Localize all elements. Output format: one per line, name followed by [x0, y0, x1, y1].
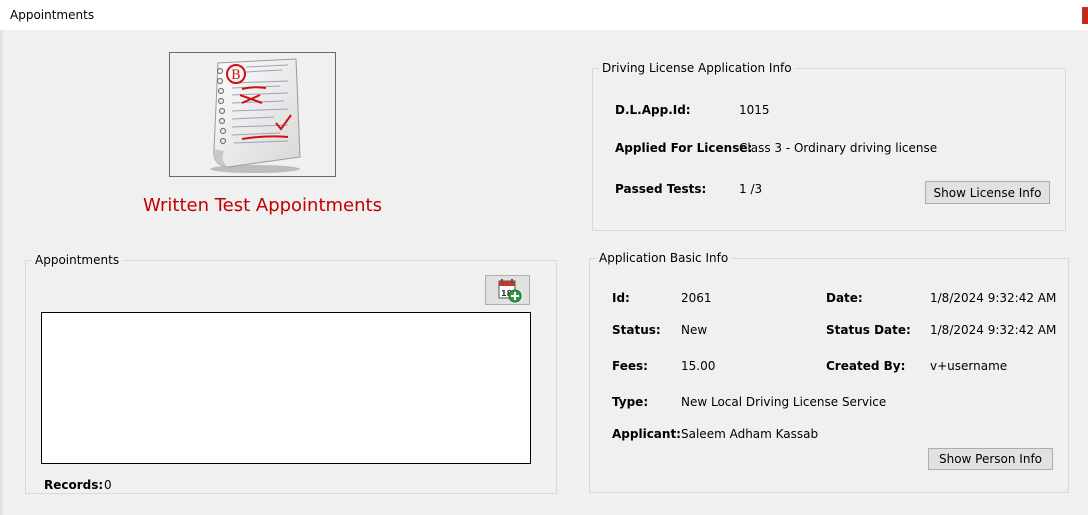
dl-app-id-value: 1015: [739, 103, 770, 117]
appointments-list[interactable]: [41, 312, 531, 464]
created-by-value: v+username: [930, 359, 1008, 373]
status-label: Status:: [612, 323, 661, 337]
applied-for-value: Class 3 - Ordinary driving license: [739, 141, 938, 155]
page-heading: Written Test Appointments: [143, 195, 382, 216]
window-edge: [0, 30, 3, 515]
appointments-title: Appointments: [32, 253, 123, 267]
date-label: Date:: [826, 291, 863, 305]
test-paper-image: B: [169, 52, 336, 177]
add-appointment-button[interactable]: 18: [485, 275, 530, 305]
status-date-value: 1/8/2024 9:32:42 AM: [930, 323, 1057, 337]
passed-tests-value: 1 /3: [739, 182, 763, 196]
type-value: New Local Driving License Service: [681, 395, 887, 409]
basic-info-title: Application Basic Info: [596, 251, 732, 265]
applicant-value: Saleem Adham Kassab: [681, 427, 819, 441]
title-bar: Appointments: [0, 0, 1088, 30]
id-value: 2061: [681, 291, 712, 305]
records-label: Records:: [44, 478, 104, 492]
type-label: Type:: [612, 395, 649, 409]
test-paper-icon: B: [210, 58, 301, 173]
calendar-add-icon: 18: [498, 279, 522, 303]
show-license-info-button[interactable]: Show License Info: [925, 181, 1050, 204]
dl-app-id-label: D.L.App.Id:: [615, 103, 691, 117]
svg-text:B: B: [231, 68, 241, 83]
dl-app-info-title: Driving License Application Info: [599, 61, 795, 75]
fees-label: Fees:: [612, 359, 648, 373]
show-person-info-button[interactable]: Show Person Info: [928, 448, 1053, 470]
records-count: 0: [104, 478, 112, 492]
applied-for-label: Applied For License:: [615, 141, 753, 155]
status-value: New: [681, 323, 708, 337]
window-title: Appointments: [10, 8, 95, 22]
created-by-label: Created By:: [826, 359, 906, 373]
close-button[interactable]: [1082, 7, 1088, 24]
fees-value: 15.00: [681, 359, 716, 373]
status-date-label: Status Date:: [826, 323, 911, 337]
applicant-label: Applicant:: [612, 427, 681, 441]
date-value: 1/8/2024 9:32:42 AM: [930, 291, 1057, 305]
id-label: Id:: [612, 291, 630, 305]
passed-tests-label: Passed Tests:: [615, 182, 707, 196]
